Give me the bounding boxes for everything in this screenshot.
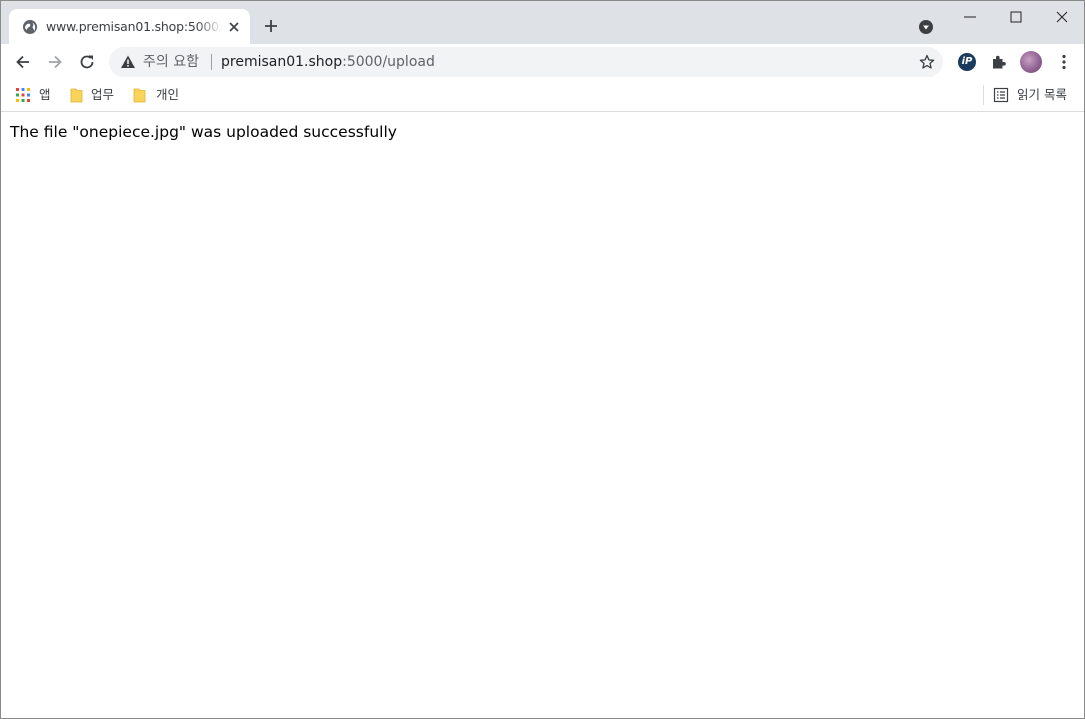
apps-grid-icon bbox=[16, 88, 30, 102]
address-separator bbox=[211, 54, 212, 70]
profile-avatar[interactable] bbox=[1020, 51, 1042, 73]
folder-icon bbox=[133, 88, 146, 103]
bookmark-star-icon[interactable] bbox=[919, 54, 935, 70]
url-host: premisan01.shop bbox=[221, 54, 343, 70]
tab-title: www.premisan01.shop:5000/upload bbox=[46, 19, 222, 34]
warning-triangle-icon[interactable] bbox=[120, 54, 136, 70]
reading-list-label: 읽기 목록 bbox=[1017, 87, 1067, 102]
bookmark-apps-label: 앱 bbox=[39, 87, 51, 102]
close-icon bbox=[1056, 11, 1068, 23]
bookmark-folder-work[interactable]: 업무 bbox=[67, 86, 127, 104]
url-path: :5000/upload bbox=[342, 54, 435, 70]
ip-extension-icon[interactable]: iP bbox=[958, 53, 976, 71]
new-tab-plus-icon[interactable] bbox=[262, 17, 280, 35]
more-menu-icon[interactable] bbox=[1054, 52, 1074, 72]
minimize-icon bbox=[964, 16, 976, 18]
folder-icon bbox=[70, 88, 83, 103]
window-close-button[interactable] bbox=[1039, 1, 1084, 33]
window-maximize-button[interactable] bbox=[993, 1, 1039, 33]
bookmark-folder-personal[interactable]: 개인 bbox=[132, 86, 192, 104]
back-arrow-icon[interactable] bbox=[13, 52, 33, 72]
tab-active[interactable]: www.premisan01.shop:5000/upload bbox=[9, 9, 250, 44]
bookmark-apps[interactable]: 앱 bbox=[15, 86, 65, 104]
url-text[interactable]: premisan01.shop:5000/upload bbox=[221, 53, 435, 71]
maximize-icon bbox=[1010, 11, 1022, 23]
bookmark-personal-label: 개인 bbox=[156, 87, 180, 102]
globe-icon bbox=[23, 20, 37, 34]
browser-toolbar: 주의 요함 premisan01.shop:5000/upload iP bbox=[1, 44, 1084, 80]
bookmarks-bar: 앱 업무 개인 읽기 목록 bbox=[1, 80, 1084, 112]
address-bar[interactable]: 주의 요함 premisan01.shop:5000/upload bbox=[109, 47, 943, 77]
tab-search-icon[interactable] bbox=[918, 19, 934, 35]
browser-window: www.premisan01.shop:5000/upload bbox=[0, 0, 1085, 719]
forward-arrow-icon[interactable] bbox=[45, 52, 65, 72]
extensions-puzzle-icon[interactable] bbox=[989, 52, 1009, 72]
reading-list-icon bbox=[993, 87, 1009, 103]
tab-strip: www.premisan01.shop:5000/upload bbox=[1, 1, 1084, 44]
security-status-label[interactable]: 주의 요함 bbox=[143, 53, 199, 71]
bookmark-work-label: 업무 bbox=[91, 87, 115, 102]
upload-success-message: The file "onepiece.jpg" was uploaded suc… bbox=[10, 123, 397, 141]
reload-icon[interactable] bbox=[77, 52, 97, 72]
reading-list-button[interactable]: 읽기 목록 bbox=[993, 86, 1083, 104]
page-content: The file "onepiece.jpg" was uploaded suc… bbox=[1, 112, 1084, 718]
window-minimize-button[interactable] bbox=[947, 1, 993, 33]
bookmarks-divider bbox=[983, 85, 984, 105]
tab-close-icon[interactable] bbox=[226, 19, 242, 35]
